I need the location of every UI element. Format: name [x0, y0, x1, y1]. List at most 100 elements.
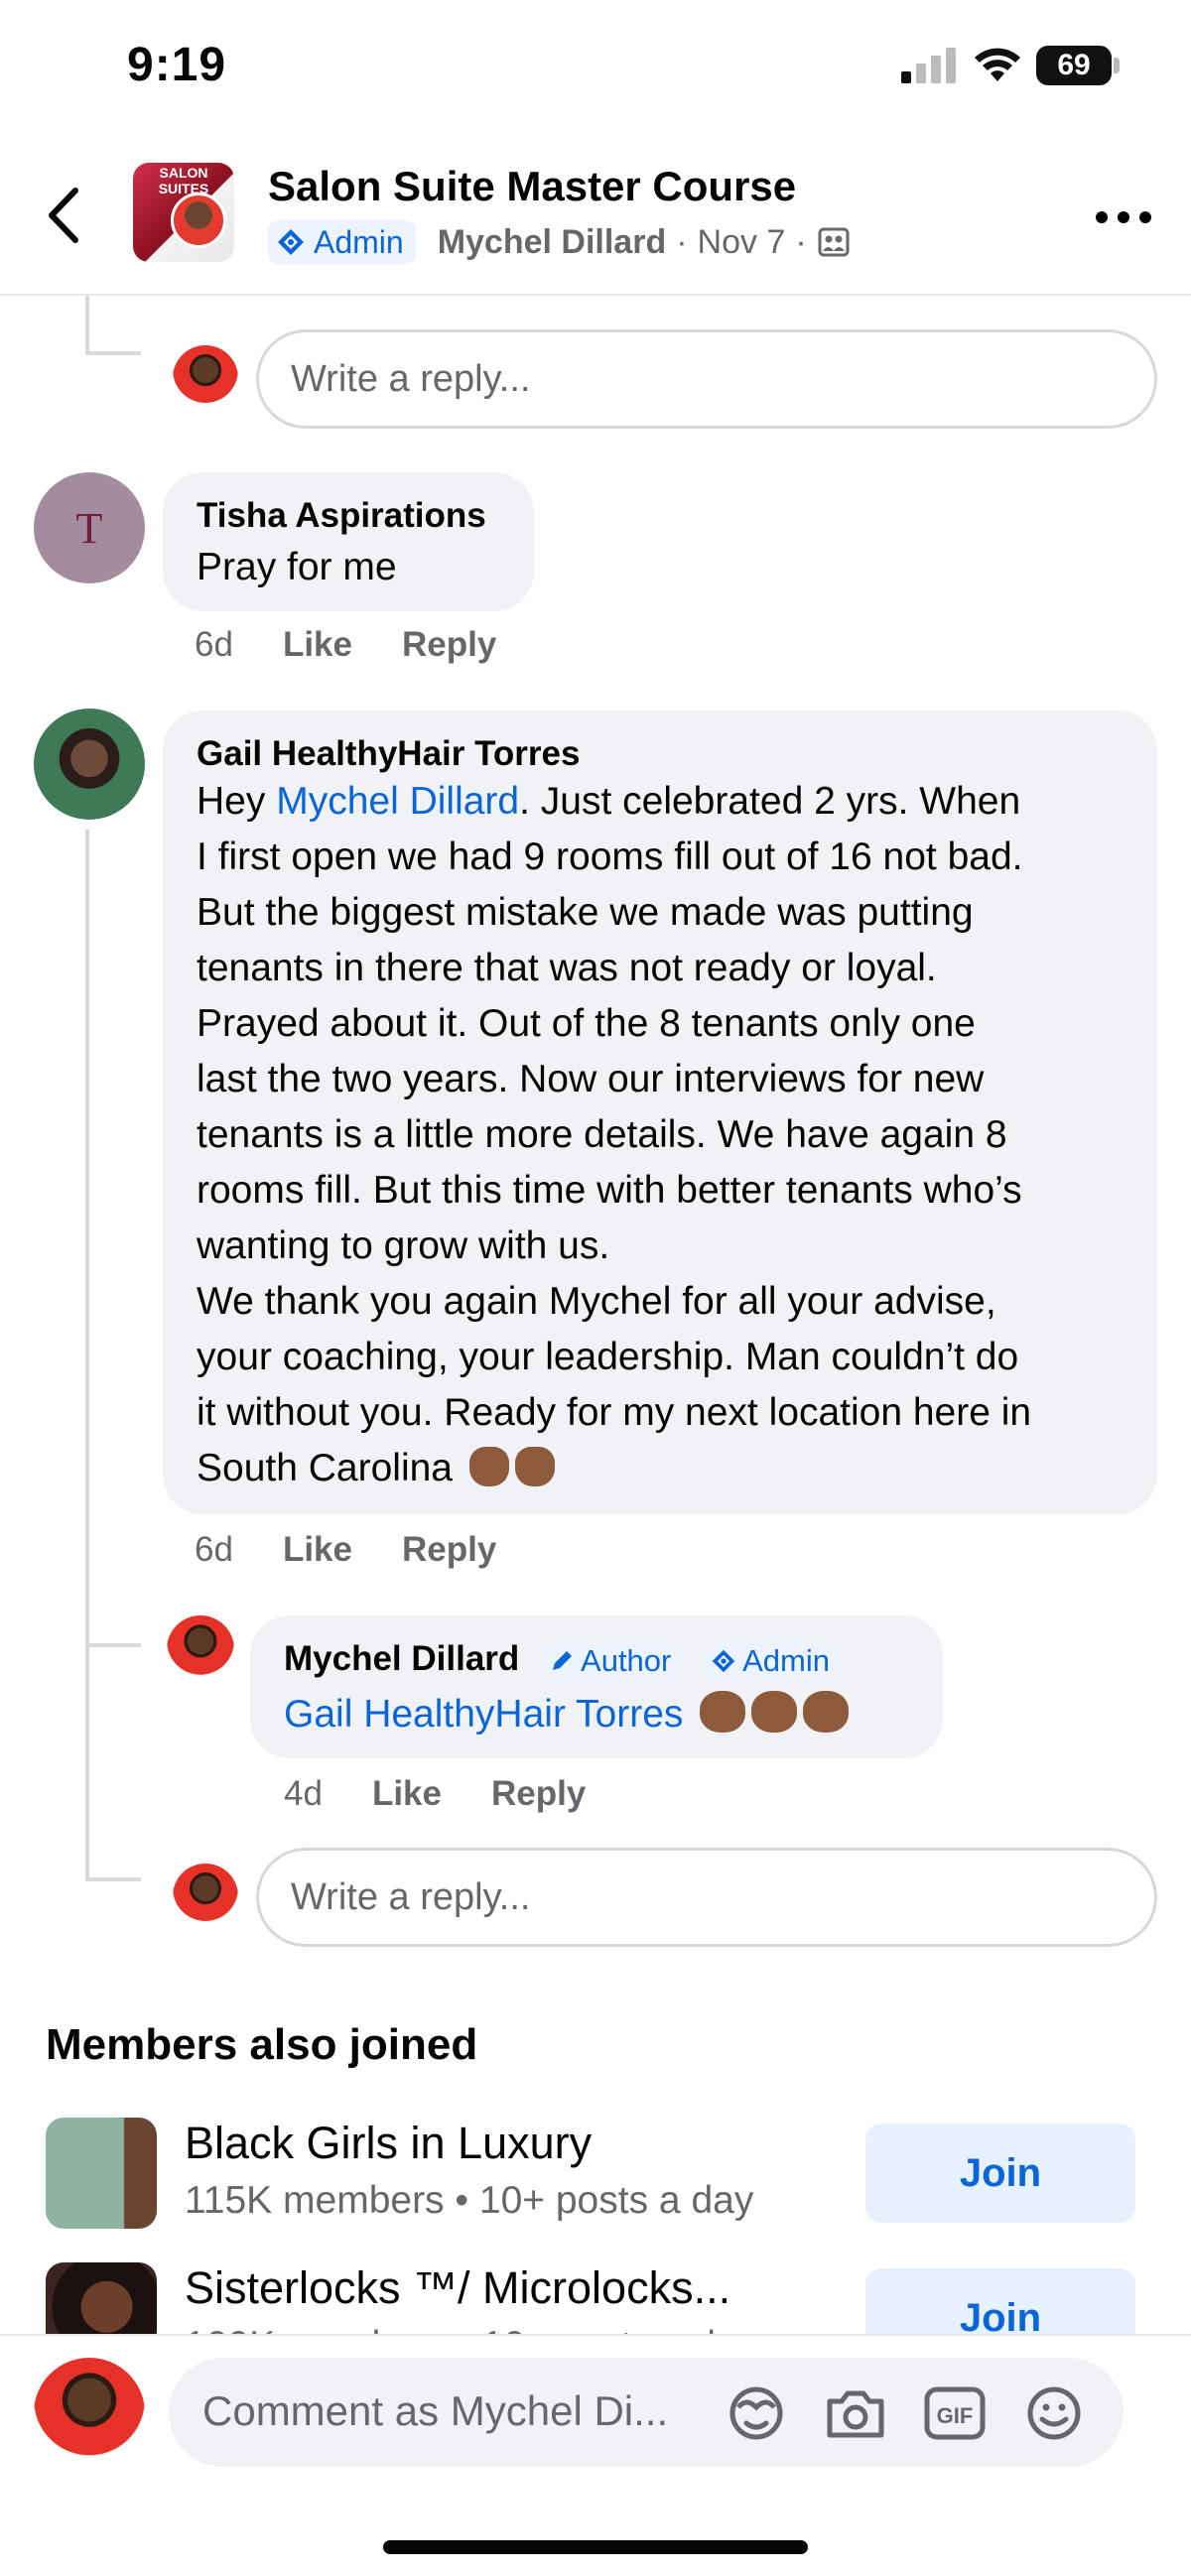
- comment-line-text: . Just celebrated 2 yrs. When: [519, 780, 1021, 823]
- raised-hand-emoji-icon: [468, 1447, 509, 1486]
- comment-greeting: Hey: [197, 780, 277, 823]
- comment-time[interactable]: 6d: [195, 1530, 233, 1570]
- group-thumbnail-photo: [171, 193, 226, 248]
- group-image[interactable]: [46, 2118, 157, 2229]
- thread-connector: [85, 1643, 141, 1647]
- status-time: 9:19: [127, 39, 227, 91]
- meta-separator: ·: [795, 222, 807, 261]
- more-options-icon[interactable]: [1092, 202, 1155, 232]
- mention-link[interactable]: Mychel Dillard: [276, 780, 519, 823]
- comment-line: last the two years. Now our interviews f…: [197, 1058, 985, 1100]
- comment-line: tenants is a little more details. We hav…: [197, 1113, 1007, 1156]
- comment-line: I first open we had 9 rooms fill out of …: [197, 836, 1023, 878]
- battery-indicator: 69: [1036, 46, 1112, 85]
- post-author[interactable]: Mychel Dillard: [438, 223, 667, 262]
- group-name[interactable]: Black Girls in Luxury: [185, 2118, 592, 2169]
- camera-icon[interactable]: [824, 2385, 887, 2441]
- admin-badge-label: Admin: [314, 223, 404, 260]
- comment-actions: 6d Like Reply: [195, 1530, 546, 1570]
- avatar[interactable]: [167, 1615, 234, 1683]
- thread-line: [85, 296, 89, 355]
- mention-link[interactable]: Gail HealthyHair Torres: [284, 1693, 683, 1736]
- comment-text: Pray for me: [197, 546, 397, 588]
- meta-separator: ·: [676, 222, 688, 261]
- comment-time[interactable]: 6d: [195, 625, 233, 665]
- suggested-group[interactable]: Black Girls in Luxury 115K members • 10+…: [0, 2118, 1191, 2237]
- admin-badge: Admin: [268, 220, 416, 264]
- avatar-letter: T: [75, 503, 103, 553]
- wifi-icon: [975, 48, 1020, 81]
- like-button[interactable]: Like: [283, 1530, 352, 1570]
- comment-line: wanting to grow with us.: [197, 1224, 610, 1267]
- reply-button[interactable]: Reply: [491, 1774, 586, 1814]
- section-title: Members also joined: [46, 2020, 478, 2069]
- reply-bubble[interactable]: Mychel Dillard Author Admin Gail Healthy…: [250, 1615, 943, 1758]
- reply-time[interactable]: 4d: [284, 1774, 323, 1814]
- comment-line: Hey Mychel Dillard. Just celebrated 2 yr…: [197, 774, 1149, 830]
- reply-input[interactable]: Write a reply...: [256, 329, 1157, 429]
- join-button[interactable]: Join: [865, 2268, 1135, 2334]
- pencil-icon: [553, 1650, 573, 1670]
- post-date[interactable]: Nov 7: [698, 223, 786, 262]
- avatar[interactable]: [173, 345, 238, 411]
- comment-line: We thank you again Mychel for all your a…: [197, 1280, 996, 1323]
- like-button[interactable]: Like: [372, 1774, 442, 1814]
- clapping-hands-emoji-icon: [803, 1691, 850, 1733]
- like-button[interactable]: Like: [283, 625, 352, 665]
- comment-line: South Carolina: [197, 1441, 1149, 1496]
- author-badge-label: Author: [581, 1642, 672, 1678]
- comment-author[interactable]: Gail HealthyHair Torres: [197, 734, 580, 774]
- admin-shield-icon: [278, 229, 304, 255]
- thread-connector: [85, 1877, 141, 1881]
- back-arrow-icon[interactable]: [36, 181, 95, 250]
- group-thumbnail[interactable]: SALON SUITES: [133, 163, 234, 262]
- comment-line-text: South Carolina: [197, 1447, 453, 1489]
- group-name[interactable]: Sisterlocks ™/ Microlocks...: [185, 2262, 730, 2314]
- comment-line: Prayed about it. Out of the 8 tenants on…: [197, 1002, 976, 1045]
- group-meta: 115K members • 10+ posts a day: [185, 2179, 754, 2222]
- emoji-icon[interactable]: [1022, 2385, 1086, 2441]
- reply-author[interactable]: Mychel Dillard: [284, 1639, 519, 1678]
- admin-shield-icon: [712, 1649, 735, 1673]
- suggested-group[interactable]: Sisterlocks ™/ Microlocks... 100K member…: [0, 2262, 1191, 2334]
- post-header: SALON SUITES Salon Suite Master Course A…: [0, 139, 1191, 296]
- admin-badge: Admin: [705, 1640, 840, 1681]
- comment-line: rooms fill. But this time with better te…: [197, 1169, 1022, 1212]
- reply-button[interactable]: Reply: [402, 1530, 496, 1570]
- comment-placeholder: Comment as Mychel Di...: [202, 2387, 669, 2434]
- reply-author-row: Mychel Dillard Author Admin: [284, 1639, 840, 1681]
- group-image[interactable]: [46, 2262, 157, 2334]
- clapping-hands-emoji-icon: [700, 1691, 746, 1733]
- reply-input[interactable]: Write a reply...: [256, 1848, 1157, 1947]
- comment-line: your coaching, your leadership. Man coul…: [197, 1336, 1019, 1378]
- comment-bubble[interactable]: Gail HealthyHair Torres Hey Mychel Dilla…: [163, 710, 1157, 1514]
- avatar-sticker-icon[interactable]: [725, 2385, 788, 2441]
- group-thumbnail-text: SALON SUITES: [158, 165, 209, 196]
- gif-icon[interactable]: GIF: [923, 2385, 987, 2441]
- join-button[interactable]: Join: [865, 2124, 1135, 2223]
- avatar[interactable]: [34, 2358, 145, 2469]
- avatar[interactable]: [34, 708, 145, 820]
- clapping-hands-emoji-icon: [751, 1691, 798, 1733]
- avatar[interactable]: [173, 1864, 238, 1929]
- post-meta: Admin Mychel Dillard · Nov 7 ·: [268, 218, 851, 266]
- comment-input[interactable]: Comment as Mychel Di... GIF: [169, 2358, 1124, 2467]
- comment-author[interactable]: Tisha Aspirations: [197, 496, 486, 536]
- group-privacy-icon: [818, 227, 850, 257]
- comment-line: it without you. Ready for my next locati…: [197, 1391, 1032, 1434]
- reply-actions: 4d Like Reply: [284, 1774, 635, 1814]
- reply-text: Gail HealthyHair Torres: [284, 1687, 850, 1742]
- admin-badge-label: Admin: [742, 1642, 830, 1678]
- comment-line: But the biggest mistake we made was putt…: [197, 891, 974, 934]
- svg-text:GIF: GIF: [937, 2403, 974, 2428]
- home-indicator: [383, 2540, 808, 2554]
- group-title[interactable]: Salon Suite Master Course: [268, 163, 796, 210]
- battery-tip: [1114, 58, 1120, 73]
- reply-button[interactable]: Reply: [402, 625, 496, 665]
- avatar[interactable]: T: [34, 472, 145, 583]
- author-badge: Author: [543, 1640, 682, 1681]
- thread-connector: [85, 351, 141, 355]
- comment-bubble[interactable]: Tisha Aspirations Pray for me: [163, 472, 534, 611]
- comment-actions: 6d Like Reply: [195, 625, 546, 665]
- status-bar: 9:19 69: [0, 0, 1191, 139]
